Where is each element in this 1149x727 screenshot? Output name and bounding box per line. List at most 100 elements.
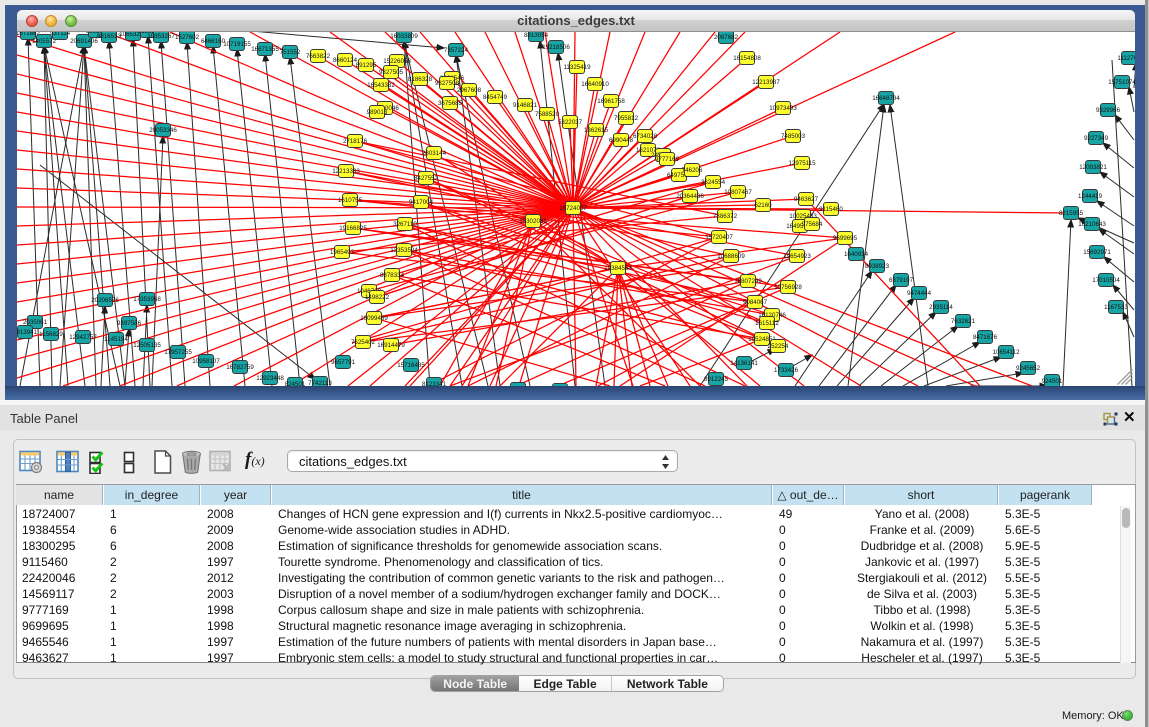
svg-text:15716485: 15716485 [397,362,425,369]
svg-text:2935114: 2935114 [929,304,953,311]
svg-text:8215955: 8215955 [1059,210,1084,217]
svg-text:746206: 746206 [682,167,703,174]
svg-text:10958107: 10958107 [192,358,220,365]
svg-text:9417004: 9417004 [409,199,434,206]
svg-text:8878334: 8878334 [380,272,405,279]
svg-text:2718176: 2718176 [343,138,368,145]
svg-text:8816513: 8816513 [97,33,122,40]
svg-text:16782759: 16782759 [226,364,254,371]
svg-text:6734028: 6734028 [633,133,658,140]
svg-text:3267110: 3267110 [393,221,417,228]
svg-text:10973493: 10973493 [769,105,797,112]
svg-text:10756928: 10756928 [774,284,802,291]
svg-text:12923448: 12923448 [256,375,284,382]
svg-text:2967608: 2967608 [457,87,482,94]
svg-text:10807467: 10807467 [724,189,752,196]
svg-text:8427552: 8427552 [414,175,439,182]
svg-text:10719155: 10719155 [223,41,251,48]
svg-text:20691406: 20691406 [70,38,98,45]
svg-text:16033809: 16033809 [390,33,418,40]
svg-text:8454749: 8454749 [483,94,508,101]
svg-text:1640934: 1640934 [844,251,869,258]
svg-text:8938923: 8938923 [865,263,890,270]
svg-text:9699695: 9699695 [833,235,858,242]
svg-text:16671355: 16671355 [251,46,279,53]
svg-text:10853267: 10853267 [147,33,175,40]
svg-text:13353594: 13353594 [390,247,418,254]
svg-text:9245652: 9245652 [1016,365,1041,372]
svg-text:9115460: 9115460 [819,206,843,213]
svg-text:824501: 824501 [285,381,306,386]
svg-text:19166825: 19166825 [339,225,367,232]
svg-text:937114: 937114 [50,32,71,37]
svg-text:7357224: 7357224 [444,47,469,54]
svg-text:1362615: 1362615 [584,127,609,134]
svg-text:1156829: 1156829 [39,331,63,338]
svg-text:1965493: 1965493 [330,249,355,256]
svg-text:2087682: 2087682 [714,34,739,41]
svg-text:16210643: 16210643 [1078,221,1106,228]
svg-text:1733426: 1733426 [774,367,799,374]
svg-text:12942757: 12942757 [69,334,97,341]
svg-text:9327508: 9327508 [435,80,460,87]
svg-text:19654923: 19654923 [783,253,811,260]
svg-text:20206576: 20206576 [91,297,119,304]
svg-text:12505135: 12505135 [133,342,161,349]
svg-text:11325419: 11325419 [563,64,591,71]
svg-text:3913941: 3913941 [17,329,38,336]
svg-text:15720407: 15720407 [705,234,733,241]
svg-text:6466160: 6466160 [201,38,226,45]
svg-text:20364436: 20364436 [676,193,704,200]
svg-text:15226058: 15226058 [383,58,411,65]
svg-text:9397586: 9397586 [117,320,142,327]
svg-text:9474444: 9474444 [907,290,932,297]
svg-text:9329966: 9329966 [1096,107,1121,114]
svg-text:2803144: 2803144 [422,150,447,157]
svg-text:8660124: 8660124 [333,57,358,64]
svg-text:6990448: 6990448 [609,137,634,144]
svg-text:12975115: 12975115 [788,160,816,167]
svg-text:19384554: 19384554 [604,265,632,272]
svg-text:1498222: 1498222 [365,294,390,301]
svg-text:751552: 751552 [280,49,301,56]
svg-text:989013: 989013 [367,109,388,116]
svg-text:18724007: 18724007 [559,205,587,212]
svg-text:16154808: 16154808 [733,55,761,62]
svg-text:17957255: 17957255 [164,349,192,356]
svg-text:12093821: 12093821 [1079,164,1107,171]
svg-text:17353968: 17353968 [133,296,161,303]
svg-text:9657791: 9657791 [331,359,356,366]
svg-text:16543382: 16543382 [367,82,395,89]
svg-text:12213987: 12213987 [752,79,780,86]
svg-text:15692971: 15692971 [1083,249,1111,256]
svg-text:1610755: 1610755 [338,197,363,204]
svg-text:8471676: 8471676 [973,334,998,341]
svg-text:18807249: 18807249 [734,278,762,285]
svg-text:9084067: 9084067 [743,299,768,306]
svg-text:7955812: 7955812 [614,115,639,122]
svg-text:3624554: 3624554 [701,179,726,186]
svg-text:16914479: 16914479 [377,342,405,349]
svg-text:16640910: 16640910 [581,81,609,88]
svg-text:17010504: 17010504 [1092,277,1120,284]
svg-text:252254: 252254 [768,343,789,350]
svg-text:7632621: 7632621 [951,318,976,325]
svg-text:9777169: 9777169 [655,156,680,163]
svg-text:5322037: 5322037 [558,119,583,126]
svg-text:8813054: 8813054 [524,32,549,39]
svg-text:16648784: 16648784 [872,95,900,102]
svg-text:8912245: 8912245 [704,376,729,383]
svg-text:6379197: 6379197 [889,277,914,284]
svg-text:7625402: 7625402 [351,339,376,346]
svg-text:16099489: 16099489 [360,315,388,322]
svg-text:7663822: 7663822 [306,53,331,60]
svg-text:975684: 975684 [802,221,823,228]
svg-text:16961758: 16961758 [597,98,625,105]
svg-text:8186328: 8186328 [408,76,433,83]
svg-text:19218506: 19218506 [542,44,570,51]
svg-text:1112704: 1112704 [1117,55,1135,62]
svg-text:7742113: 7742113 [308,380,332,386]
svg-text:9146821: 9146821 [513,102,538,109]
svg-text:15751074: 15751074 [1108,79,1135,86]
svg-text:3675685: 3675685 [438,100,463,107]
